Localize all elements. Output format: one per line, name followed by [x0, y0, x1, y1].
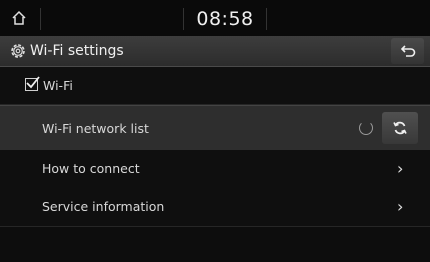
status-divider	[40, 8, 41, 30]
chevron-right-icon: ›	[397, 197, 404, 216]
loading-spinner-icon	[359, 121, 373, 135]
status-bar: 08:58	[0, 0, 430, 36]
wifi-toggle-row[interactable]: Wi-Fi	[0, 67, 430, 105]
home-icon	[12, 10, 26, 25]
wifi-checkbox[interactable]	[25, 76, 40, 91]
status-divider	[266, 8, 267, 30]
status-divider	[183, 8, 184, 30]
how-to-connect-row[interactable]: How to connect ›	[0, 150, 430, 189]
page-title: Wi-Fi settings	[30, 43, 124, 59]
wifi-label: Wi-Fi	[43, 78, 73, 93]
clock: 08:58	[196, 8, 254, 30]
home-button[interactable]	[8, 0, 30, 36]
refresh-icon	[393, 121, 407, 135]
refresh-button[interactable]	[382, 112, 418, 144]
screen: 08:58 Wi-Fi settings Wi-Fi Wi-Fi network…	[0, 0, 430, 262]
chevron-right-icon: ›	[397, 159, 404, 178]
wifi-network-list-row[interactable]: Wi-Fi network list	[0, 105, 430, 152]
back-arrow-icon	[400, 45, 415, 57]
settings-header: Wi-Fi settings	[0, 36, 430, 67]
how-to-connect-label: How to connect	[42, 161, 140, 176]
service-information-row[interactable]: Service information ›	[0, 188, 430, 227]
wifi-network-list-label: Wi-Fi network list	[42, 121, 149, 136]
service-information-label: Service information	[42, 199, 165, 214]
checkmark-icon	[26, 76, 40, 89]
back-button[interactable]	[391, 38, 424, 64]
gear-icon	[11, 44, 25, 58]
